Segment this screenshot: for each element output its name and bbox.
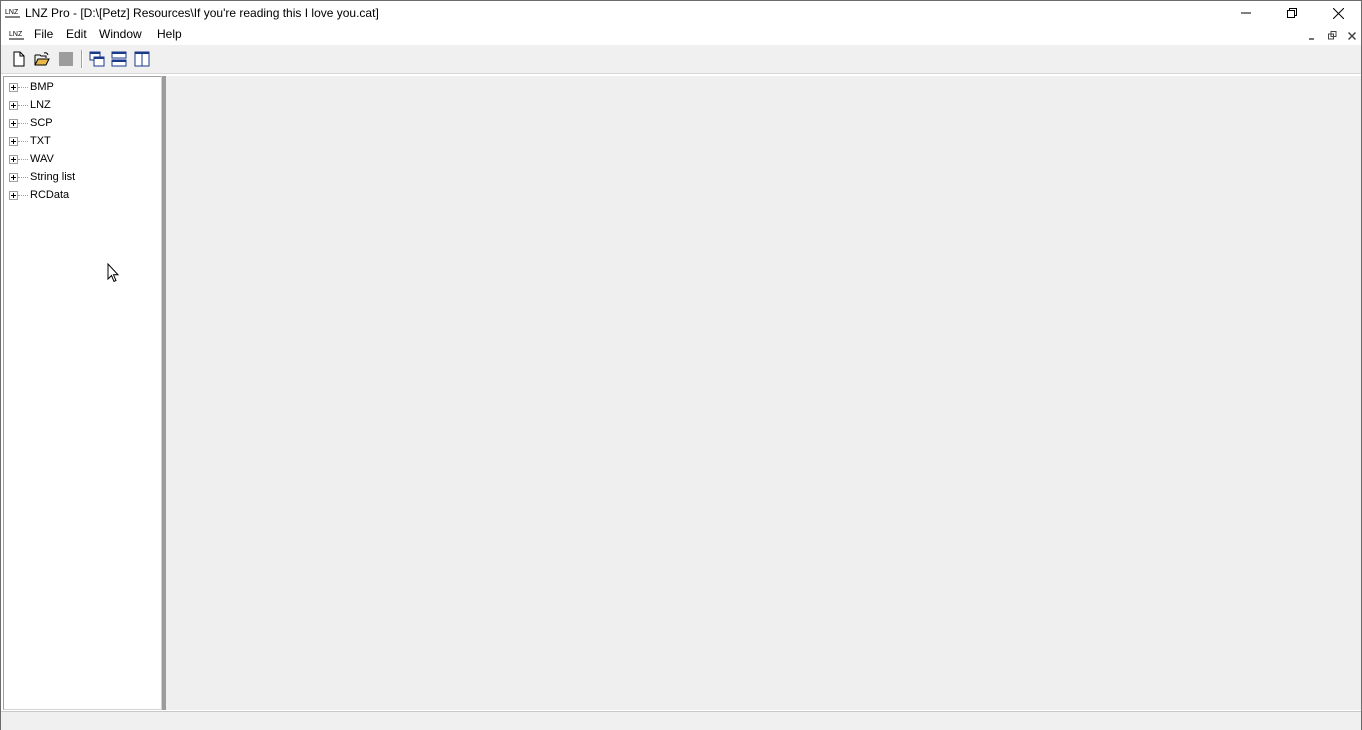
menu-edit[interactable]: Edit [65, 27, 88, 41]
child-restore-button[interactable] [1326, 30, 1338, 41]
menu-window[interactable]: Window [98, 27, 143, 41]
tree-connector [18, 177, 28, 178]
save-icon [59, 52, 73, 66]
open-folder-icon [34, 52, 50, 66]
expand-plus-icon[interactable] [9, 173, 18, 182]
window-restore-button[interactable] [1269, 1, 1315, 25]
cascade-windows-icon [89, 51, 105, 67]
new-file-button[interactable] [9, 49, 29, 69]
tile-vertical-icon [134, 51, 150, 67]
minimize-icon [1309, 37, 1314, 40]
tree-connector [18, 123, 28, 124]
tree-item-bmp[interactable]: BMP [4, 79, 154, 97]
tree-connector [18, 87, 28, 88]
svg-text:LNZ: LNZ [9, 31, 23, 38]
window-close-button[interactable] [1315, 1, 1361, 25]
status-bar [1, 711, 1361, 730]
resource-tree[interactable]: BMP LNZ SCP TXT WAV String list RCData [3, 76, 162, 710]
toolbar [1, 45, 1361, 74]
expand-plus-icon[interactable] [9, 119, 18, 128]
tree-item-scp[interactable]: SCP [4, 115, 154, 133]
tile-horizontal-button[interactable] [109, 49, 129, 69]
tree-item-wav[interactable]: WAV [4, 151, 154, 169]
menu-help[interactable]: Help [156, 27, 183, 41]
app-window: LNZ LNZ Pro - [D:\[Petz] Resources\If yo… [0, 0, 1362, 730]
expand-plus-icon[interactable] [9, 191, 18, 200]
restore-icon [1287, 8, 1297, 18]
restore-icon [1327, 31, 1336, 40]
tree-connector [18, 105, 28, 106]
menu-file[interactable]: File [33, 27, 54, 41]
expand-plus-icon[interactable] [9, 83, 18, 92]
close-icon [1348, 31, 1356, 40]
tree-item-string-list[interactable]: String list [4, 169, 154, 187]
tree-item-label: String list [30, 171, 76, 183]
new-file-icon [13, 51, 25, 67]
tile-vertical-button[interactable] [132, 49, 152, 69]
save-button[interactable] [56, 49, 76, 69]
svg-text:LNZ: LNZ [5, 9, 19, 16]
window-minimize-button[interactable] [1223, 1, 1269, 25]
mouse-cursor-icon [107, 263, 120, 283]
title-bar[interactable]: LNZ LNZ Pro - [D:\[Petz] Resources\If yo… [1, 1, 1361, 25]
tree-item-rcdata[interactable]: RCData [4, 187, 154, 205]
tree-item-label: WAV [30, 153, 54, 165]
tree-connector [18, 141, 28, 142]
tree-item-label: LNZ [30, 99, 51, 111]
cascade-windows-button[interactable] [87, 49, 107, 69]
expand-plus-icon[interactable] [9, 101, 18, 110]
tree-item-lnz[interactable]: LNZ [4, 97, 154, 115]
menu-bar: LNZ File Edit Window Help [1, 25, 1361, 45]
mdi-client-area [166, 76, 1361, 710]
tile-horizontal-icon [111, 51, 127, 67]
expand-plus-icon[interactable] [9, 155, 18, 164]
child-minimize-button[interactable] [1306, 30, 1318, 41]
tree-item-label: SCP [30, 117, 53, 129]
minimize-icon [1241, 12, 1251, 14]
child-close-button[interactable] [1346, 30, 1358, 41]
tree-connector [18, 159, 28, 160]
tree-item-txt[interactable]: TXT [4, 133, 154, 151]
mdi-child-icon[interactable]: LNZ [9, 28, 25, 42]
toolbar-separator [81, 50, 83, 68]
tree-item-label: RCData [30, 189, 70, 201]
tree-connector [18, 195, 28, 196]
tree-item-label: BMP [30, 81, 54, 93]
window-title: LNZ Pro - [D:\[Petz] Resources\If you're… [25, 6, 379, 20]
lnz-app-icon: LNZ [5, 9, 20, 18]
tree-item-label: TXT [30, 135, 51, 147]
close-icon [1332, 7, 1344, 19]
expand-plus-icon[interactable] [9, 137, 18, 146]
open-folder-button[interactable] [32, 49, 52, 69]
